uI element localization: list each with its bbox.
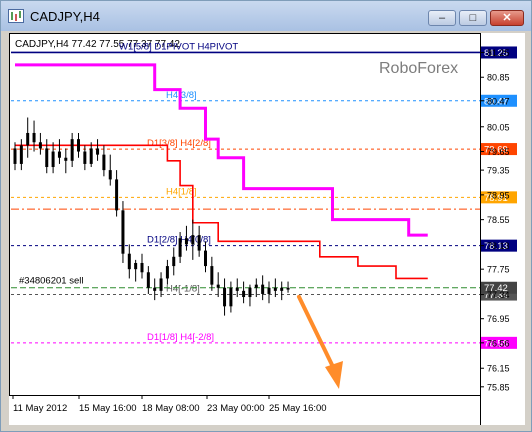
candle-body [216,284,220,288]
candle-body [83,151,87,164]
candle-body [172,256,176,267]
y-tick-label: 78.13 [487,241,510,251]
plot-frame [9,33,481,396]
candle-body [134,262,138,270]
x-tick-label: 25 May 16:00 [269,403,327,414]
candle-body [57,151,61,158]
candle-body [13,148,17,164]
candle-body [242,290,246,298]
window-title: CADJPY,H4 [30,9,100,24]
candle-body [254,284,258,288]
candle-body [184,238,188,245]
time-axis: 11 May 2012 15 May 16:00 18 May 08:00 23 Ma… [12,395,327,414]
level-label: D1[1/8] H4[-2/8] [147,332,214,343]
candle-body [178,238,182,257]
candle-body [146,272,150,288]
y-tick-label: 75.85 [487,382,510,392]
maximize-button[interactable]: □ [459,10,487,26]
candle-body [197,235,201,251]
candle-body [273,287,277,291]
candle-body [32,132,36,143]
candle-body [229,287,233,307]
candle-body [121,210,125,254]
y-tick-label: 76.15 [487,364,510,374]
y-tick-label: 78.55 [487,215,510,225]
close-button[interactable]: ✕ [490,10,524,26]
candle-body [153,287,157,291]
candle-body [204,250,207,267]
x-tick-label: 23 May 00:00 [207,403,265,414]
candle-body [191,235,195,245]
candle-body [96,148,100,155]
trade-label: #34806201 sell [19,276,83,287]
candle-body [38,142,42,149]
candle-body [77,139,80,152]
watermark-text: RoboForex [379,60,458,77]
y-tick-label: 76.95 [487,314,510,324]
x-tick-label: 11 May 2012 [13,403,67,414]
candle-body [140,262,144,273]
y-tick-label: 80.05 [487,122,510,132]
candle-body [115,179,119,211]
candle-body [70,139,74,161]
y-tick-label: 78.95 [487,190,510,200]
y-tick-label: 76.56 [487,338,510,348]
y-tick-label: 79.65 [487,147,510,157]
candle-body [45,148,49,168]
chart-window-icon [8,9,24,23]
terminal-window: CADJPY,H4 – □ ✕ CADJPY,H4 77.42 77.55 77… [0,0,532,432]
candle-body [26,132,30,146]
title-bar[interactable]: CADJPY,H4 – □ ✕ [1,1,531,31]
candle-body [159,278,163,291]
level-label: W1[5/8] D1PIVOT H4PIVOT [119,41,238,52]
candle-body [286,287,290,290]
candle-body [248,287,252,298]
candle-body [267,287,271,294]
candle-body [210,266,214,285]
candle-body [127,253,131,270]
candle-body [89,148,93,164]
candle-body [261,284,265,294]
x-tick-label: 15 May 16:00 [79,403,137,414]
candle-body [19,145,23,164]
chart-canvas[interactable]: CADJPY,H4 77.42 77.55 77.37 77.42 RoboFo… [9,33,525,425]
x-tick-label: 18 May 08:00 [142,403,200,414]
y-tick-label: 77.75 [487,265,510,275]
candle-body [108,170,112,180]
candle-body [165,266,169,279]
candle-body [280,287,284,291]
y-tick-label: 81.25 [487,48,510,58]
y-tick-label: 80.85 [487,73,510,83]
candle-body [223,287,227,307]
level-label: D1[3/8] H4[2/8] [147,138,211,149]
candle-body [102,154,106,171]
candle-body [64,157,68,161]
candle-body [235,287,239,291]
candle-body [51,151,55,168]
price-chart[interactable]: CADJPY,H4 77.42 77.55 77.37 77.42 RoboFo… [9,33,525,425]
y-tick-label: 79.35 [487,166,510,176]
y-tick-label: 77.34 [487,290,510,300]
level-label: H4[-1/8] [166,284,200,295]
y-tick-label: 80.47 [487,96,510,106]
minimize-button[interactable]: – [428,10,456,26]
